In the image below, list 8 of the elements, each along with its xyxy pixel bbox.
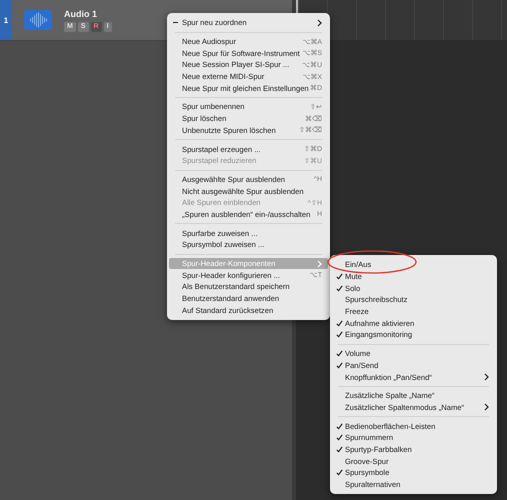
- waveform-icon: [24, 10, 52, 30]
- chevron-right-icon: [484, 373, 489, 382]
- chevron-right-icon: [317, 18, 322, 27]
- track-name: Audio 1: [64, 8, 98, 18]
- chevron-right-icon: [484, 403, 489, 412]
- chevron-right-icon: [317, 260, 322, 268]
- track-number: 1: [4, 16, 8, 24]
- checkmark-icon: [336, 469, 343, 476]
